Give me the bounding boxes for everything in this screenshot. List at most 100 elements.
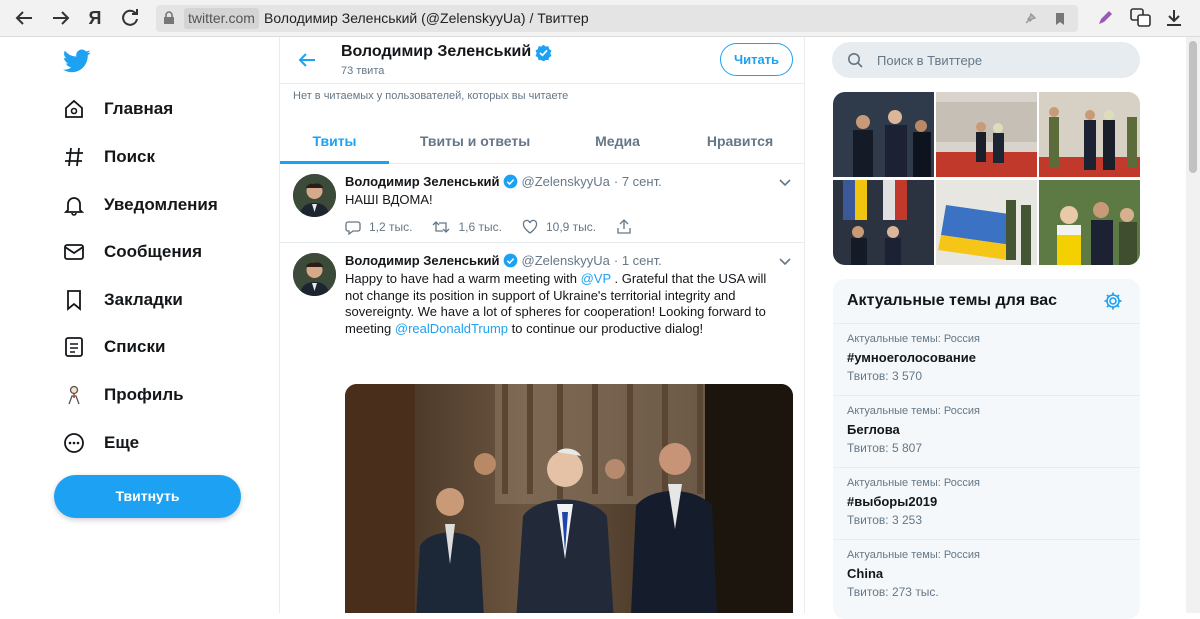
yandex-logo[interactable]: Я — [83, 6, 107, 30]
browser-forward-icon[interactable] — [49, 6, 73, 30]
nav-item-messages[interactable]: Сообщения — [62, 237, 202, 267]
nav-item-bookmarks[interactable]: Закладки — [62, 285, 183, 315]
tweet[interactable]: Володимир Зеленський @ZelenskyyUa · 1 се… — [280, 244, 804, 613]
nav-item-more[interactable]: Еще — [62, 428, 139, 458]
more-icon — [62, 431, 86, 455]
search-box[interactable]: Поиск в Твиттере — [832, 42, 1140, 78]
tweet-photo[interactable] — [345, 384, 793, 613]
search-icon — [848, 53, 863, 68]
follow-button[interactable]: Читать — [720, 43, 793, 76]
search-input[interactable]: Поиск в Твиттере — [877, 53, 982, 68]
back-arrow-icon[interactable] — [296, 49, 318, 71]
page-scrollbar[interactable] — [1186, 37, 1200, 613]
list-icon — [62, 335, 86, 359]
reply-button[interactable]: 1,2 тыс. — [345, 219, 412, 235]
mention-link[interactable]: @VP — [581, 271, 611, 286]
nav-item-home[interactable]: Главная — [62, 94, 173, 124]
trend-name: Беглова — [847, 422, 900, 437]
like-count: 10,9 тыс. — [545, 220, 597, 234]
tab-tweets-and-replies[interactable]: Твиты и ответы — [401, 121, 549, 164]
address-page-title: Володимир Зеленський (@ZelenskyyUa) / Тв… — [264, 10, 589, 26]
mention-link[interactable]: @realDonaldTrump — [395, 321, 508, 336]
nav-item-search[interactable]: Поиск — [62, 142, 155, 172]
gallery-photo[interactable] — [936, 180, 1037, 265]
tweet-author-name[interactable]: Володимир Зеленський — [345, 253, 500, 268]
profile-name: Володимир Зеленський — [341, 43, 532, 60]
follow-notice: Нет в читаемых у пользователей, которых … — [293, 90, 569, 102]
share-icon — [617, 219, 631, 234]
tweet-author-name[interactable]: Володимир Зеленський — [345, 174, 500, 189]
trend-item[interactable]: Актуальные темы: Россия #умноеголосовани… — [833, 323, 1140, 395]
twitter-logo-icon[interactable] — [63, 47, 91, 75]
trend-count: Твитов: 273 тыс. — [847, 585, 939, 599]
tweet-author-handle[interactable]: @ZelenskyyUa — [522, 253, 610, 268]
tab-likes[interactable]: Нравится — [685, 121, 795, 164]
download-icon[interactable] — [1164, 8, 1184, 28]
gallery-photo[interactable] — [833, 180, 934, 265]
scrollbar-thumb[interactable] — [1189, 41, 1197, 173]
chevron-down-icon[interactable] — [778, 254, 792, 268]
reply-icon — [345, 221, 361, 235]
reload-icon[interactable] — [118, 6, 142, 30]
verified-badge-icon — [503, 174, 517, 189]
trend-item[interactable]: Актуальные темы: Россия #выборы2019 Твит… — [833, 467, 1140, 539]
left-navigation: Главная Поиск Уведомления Сообщения Закл… — [0, 37, 275, 613]
tweet-header: Володимир Зеленський @ZelenskyyUa · 7 се… — [345, 174, 662, 189]
tweet-date[interactable]: · 7 сент. — [614, 174, 662, 189]
like-button[interactable]: 10,9 тыс. — [522, 219, 596, 235]
trends-panel: Актуальные темы для вас Актуальные темы:… — [833, 279, 1140, 619]
pen-icon[interactable] — [1096, 9, 1114, 27]
address-bar[interactable]: twitter.com Володимир Зеленський (@Zelen… — [156, 5, 1078, 32]
trend-context: Актуальные темы: Россия — [847, 333, 980, 345]
profile-name-row: Володимир Зеленський — [341, 43, 552, 61]
nav-item-notifications[interactable]: Уведомления — [62, 190, 218, 220]
trend-item[interactable]: Актуальные темы: Россия Беглова Твитов: … — [833, 395, 1140, 467]
avatar[interactable] — [293, 253, 336, 296]
tweet-header: Володимир Зеленський @ZelenskyyUa · 1 се… — [345, 253, 662, 268]
tab-media[interactable]: Медиа — [565, 121, 670, 164]
tweet[interactable]: Володимир Зеленський @ZelenskyyUa · 7 се… — [280, 165, 804, 243]
retweet-icon — [433, 221, 450, 233]
gallery-photo[interactable] — [833, 92, 934, 177]
trend-count: Твитов: 3 253 — [847, 513, 922, 527]
main-timeline: Володимир Зеленський 73 твита Читать Нет… — [279, 37, 805, 613]
profile-tabs: Твиты Твиты и ответы Медиа Нравится — [280, 121, 804, 164]
trend-item[interactable]: Актуальные темы: Россия China Твитов: 27… — [833, 539, 1140, 611]
retweet-button[interactable]: 1,6 тыс. — [432, 219, 502, 235]
nav-item-lists[interactable]: Списки — [62, 332, 165, 362]
trend-name: #выборы2019 — [847, 494, 938, 509]
nav-label: Уведомления — [104, 195, 218, 214]
gallery-photo[interactable] — [936, 92, 1037, 177]
tweet-button[interactable]: Твитнуть — [54, 475, 241, 518]
trend-context: Актуальные темы: Россия — [847, 549, 980, 561]
avatar[interactable] — [293, 174, 336, 217]
gear-icon[interactable] — [1103, 291, 1123, 311]
profile-header: Володимир Зеленський 73 твита Читать — [280, 37, 804, 84]
nav-item-profile[interactable]: Профиль — [62, 380, 184, 410]
trend-name: China — [847, 566, 884, 581]
share-button[interactable] — [616, 219, 640, 235]
trend-name: #умноеголосование — [847, 350, 976, 365]
heart-icon — [522, 219, 538, 234]
home-icon — [62, 97, 86, 121]
translate-icon[interactable] — [1130, 8, 1152, 28]
address-host: twitter.com — [184, 8, 259, 29]
pin-icon[interactable] — [1022, 11, 1038, 27]
nav-label: Профиль — [104, 385, 184, 404]
gallery-photo[interactable] — [1039, 180, 1140, 265]
trends-title: Актуальные темы для вас — [847, 292, 1058, 309]
media-gallery — [833, 92, 1140, 265]
hashtag-icon — [62, 145, 86, 169]
tab-tweets[interactable]: Твиты — [280, 121, 389, 164]
bookmark-page-icon[interactable] — [1052, 11, 1068, 27]
trend-context: Актуальные темы: Россия — [847, 405, 980, 417]
trend-count: Твитов: 5 807 — [847, 441, 922, 455]
tweet-text-segment: to continue our productive dialog! — [508, 320, 704, 336]
browser-back-icon[interactable] — [12, 6, 36, 30]
tweet-author-handle[interactable]: @ZelenskyyUa — [522, 174, 610, 189]
tweet-date[interactable]: · 1 сент. — [614, 253, 662, 268]
verified-badge-icon — [535, 44, 552, 61]
retweet-count: 1,6 тыс. — [458, 220, 502, 234]
gallery-photo[interactable] — [1039, 92, 1140, 177]
chevron-down-icon[interactable] — [778, 175, 792, 189]
